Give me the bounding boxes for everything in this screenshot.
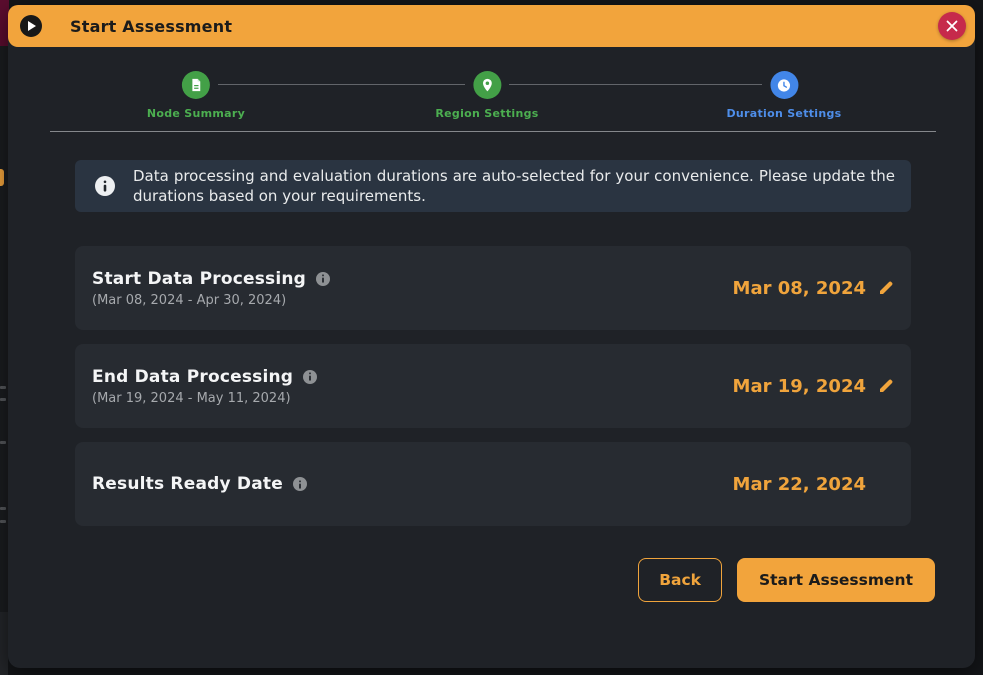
modal-header: Start Assessment xyxy=(8,5,975,47)
card-title: Results Ready Date xyxy=(92,474,283,494)
start-assessment-modal: Start Assessment xyxy=(8,5,975,668)
card-title: End Data Processing xyxy=(92,367,293,387)
info-icon xyxy=(95,176,115,196)
back-button[interactable]: Back xyxy=(638,558,722,602)
clock-icon xyxy=(770,71,798,99)
pencil-edit-icon[interactable] xyxy=(878,280,894,296)
stepper-divider xyxy=(50,131,936,132)
background-page-fragment xyxy=(0,46,8,675)
play-icon xyxy=(20,15,42,37)
card-title: Start Data Processing xyxy=(92,269,306,289)
stepper-connector xyxy=(509,84,762,85)
background-text-fragment xyxy=(0,520,6,523)
modal-footer: Back Start Assessment xyxy=(638,558,935,602)
date-value-row[interactable]: Mar 08, 2024 xyxy=(733,278,894,299)
close-button[interactable] xyxy=(938,12,966,40)
info-banner-text: Data processing and evaluation durations… xyxy=(133,166,895,206)
background-footer-fragment xyxy=(0,612,8,675)
page-background: Start Assessment xyxy=(0,0,983,675)
stepper-connector xyxy=(218,84,465,85)
stepper-step-region-settings[interactable]: Region Settings xyxy=(435,71,538,120)
date-value-row[interactable]: Mar 19, 2024 xyxy=(733,376,894,397)
info-icon[interactable] xyxy=(293,477,307,491)
card-date-range: (Mar 19, 2024 - May 11, 2024) xyxy=(92,391,317,406)
background-text-fragment xyxy=(0,398,6,401)
stepper-step-label: Duration Settings xyxy=(726,107,841,120)
stepper-step-duration-settings[interactable]: Duration Settings xyxy=(726,71,841,120)
info-banner: Data processing and evaluation durations… xyxy=(75,160,911,212)
date-value-row: Mar 22, 2024 xyxy=(733,474,894,495)
selected-date: Mar 08, 2024 xyxy=(733,278,866,299)
background-active-menu-fragment xyxy=(0,169,4,186)
start-assessment-button[interactable]: Start Assessment xyxy=(737,558,935,602)
location-pin-icon xyxy=(473,71,501,99)
modal-title: Start Assessment xyxy=(70,17,232,36)
document-icon xyxy=(182,71,210,99)
results-ready-date-card: Results Ready Date Mar 22, 2024 xyxy=(75,442,911,526)
info-icon[interactable] xyxy=(316,272,330,286)
card-date-range: (Mar 08, 2024 - Apr 30, 2024) xyxy=(92,293,330,308)
stepper-step-node-summary[interactable]: Node Summary xyxy=(147,71,245,120)
modal-body: Node Summary Region Settings xyxy=(8,47,975,668)
background-text-fragment xyxy=(0,441,6,444)
background-text-fragment xyxy=(0,386,6,389)
info-icon[interactable] xyxy=(303,370,317,384)
end-data-processing-card: End Data Processing (Mar 19, 2024 - May … xyxy=(75,344,911,428)
selected-date: Mar 22, 2024 xyxy=(733,474,866,495)
pencil-edit-icon[interactable] xyxy=(878,378,894,394)
close-icon xyxy=(946,20,958,32)
stepper-step-label: Region Settings xyxy=(435,107,538,120)
start-data-processing-card: Start Data Processing (Mar 08, 2024 - Ap… xyxy=(75,246,911,330)
selected-date: Mar 19, 2024 xyxy=(733,376,866,397)
stepper-step-label: Node Summary xyxy=(147,107,245,120)
background-text-fragment xyxy=(0,507,6,510)
